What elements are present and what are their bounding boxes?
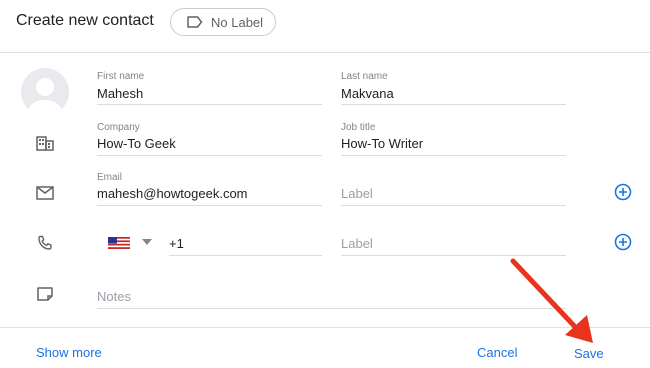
country-select[interactable] xyxy=(108,236,130,249)
phone-input[interactable]: +1 xyxy=(169,236,184,251)
save-button[interactable]: Save xyxy=(574,346,604,361)
company-underline xyxy=(97,155,322,156)
show-more-button[interactable]: Show more xyxy=(36,345,102,360)
building-icon xyxy=(36,135,54,151)
email-label-underline xyxy=(341,205,566,206)
phone-icon xyxy=(37,235,53,251)
phone-label-input[interactable]: Label xyxy=(341,236,373,251)
last-name-input[interactable]: Makvana xyxy=(341,86,394,101)
email-label: Email xyxy=(97,172,123,183)
header-divider xyxy=(0,52,650,53)
label-chip[interactable]: No Label xyxy=(170,8,276,36)
cancel-button[interactable]: Cancel xyxy=(477,345,517,360)
dialog-title: Create new contact xyxy=(16,12,154,29)
email-input[interactable]: mahesh@howtogeek.com xyxy=(97,186,248,201)
notes-input[interactable]: Notes xyxy=(97,289,131,304)
company-input[interactable]: How-To Geek xyxy=(97,136,176,151)
job-title-input[interactable]: How-To Writer xyxy=(341,136,423,151)
company-label: Company xyxy=(97,122,140,133)
email-underline xyxy=(97,205,322,206)
add-email-icon[interactable] xyxy=(614,183,632,201)
job-title-underline xyxy=(341,155,566,156)
first-name-input[interactable]: Mahesh xyxy=(97,86,143,101)
phone-underline xyxy=(169,255,322,256)
mail-icon xyxy=(36,186,54,200)
add-phone-icon[interactable] xyxy=(614,233,632,251)
notes-underline xyxy=(97,308,566,309)
first-name-underline xyxy=(97,104,322,105)
notes-icon xyxy=(37,287,53,301)
us-flag-icon xyxy=(108,237,130,249)
label-icon xyxy=(187,16,203,28)
label-chip-text: No Label xyxy=(211,14,264,30)
chevron-down-icon[interactable] xyxy=(142,239,152,245)
last-name-label: Last name xyxy=(341,71,388,82)
first-name-label: First name xyxy=(97,71,145,82)
person-icon xyxy=(28,78,62,116)
red-arrow-annotation xyxy=(510,258,593,343)
job-title-label: Job title xyxy=(341,122,376,133)
last-name-underline xyxy=(341,104,566,105)
email-label-input[interactable]: Label xyxy=(341,186,373,201)
avatar[interactable] xyxy=(21,68,69,116)
